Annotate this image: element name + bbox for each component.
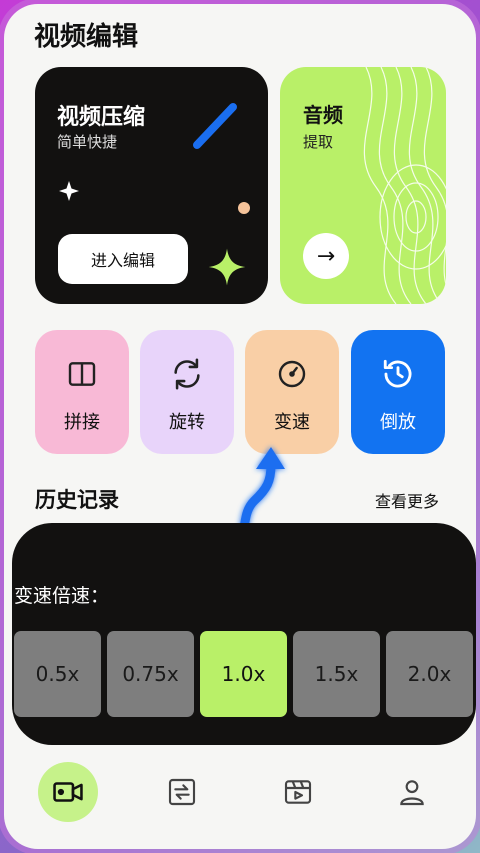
speed-option-1-5x[interactable]: 1.5x (293, 631, 380, 717)
audio-extract-card[interactable]: 音频 提取 → (280, 67, 446, 304)
tool-join-label: 拼接 (64, 412, 100, 433)
nav-profile[interactable] (382, 762, 442, 822)
page-title: 视频编辑 (34, 22, 139, 52)
speed-panel-label: 变速倍速： (14, 585, 110, 607)
speed-option-0-5x[interactable]: 0.5x (14, 631, 101, 717)
speed-options: 0.5x 0.75x 1.0x 1.5x 2.0x (14, 631, 473, 717)
sparkle-icon (59, 181, 79, 201)
video-camera-icon (53, 782, 83, 802)
split-panel-icon (64, 356, 100, 392)
enter-edit-button[interactable]: 进入编辑 (58, 234, 188, 284)
tool-rotate-label: 旋转 (169, 412, 205, 433)
audio-subtitle: 提取 (303, 133, 334, 151)
nav-convert[interactable] (152, 762, 212, 822)
tool-join-button[interactable]: 拼接 (35, 330, 129, 454)
user-icon (400, 780, 424, 806)
nav-video[interactable] (38, 762, 98, 822)
green-sparkle-icon (208, 248, 246, 286)
history-title: 历史记录 (35, 488, 119, 512)
history-clock-icon (380, 356, 416, 392)
bottom-nav (4, 748, 476, 838)
compress-title: 视频压缩 (57, 105, 146, 130)
app-screen: 视频编辑 视频压缩 简单快捷 进入编辑 音频 提取 → 拼接 旋转 变速 倒放 … (4, 4, 476, 849)
tool-speed-button[interactable]: 变速 (245, 330, 339, 454)
dot-decoration-icon (238, 202, 250, 214)
slash-decoration-icon (193, 103, 237, 149)
swap-icon (168, 778, 196, 806)
rotate-icon (169, 356, 205, 392)
speed-option-2-0x[interactable]: 2.0x (386, 631, 473, 717)
tool-rotate-button[interactable]: 旋转 (140, 330, 234, 454)
audio-title: 音频 (303, 103, 343, 127)
speed-option-0-75x[interactable]: 0.75x (107, 631, 194, 717)
video-compress-card[interactable]: 视频压缩 简单快捷 进入编辑 (35, 67, 268, 304)
tool-reverse-button[interactable]: 倒放 (351, 330, 445, 454)
arrow-right-icon[interactable]: → (303, 233, 349, 279)
compress-subtitle: 简单快捷 (57, 133, 118, 151)
view-more-link[interactable]: 查看更多 (375, 488, 439, 512)
tool-reverse-label: 倒放 (380, 412, 416, 433)
clapperboard-icon (284, 780, 312, 804)
tool-speed-label: 变速 (274, 412, 310, 433)
speedometer-icon (274, 356, 310, 392)
nav-media[interactable] (268, 762, 328, 822)
speed-option-1-0x[interactable]: 1.0x (200, 631, 287, 717)
speed-panel: 变速倍速： 0.5x 0.75x 1.0x 1.5x 2.0x (12, 523, 476, 745)
